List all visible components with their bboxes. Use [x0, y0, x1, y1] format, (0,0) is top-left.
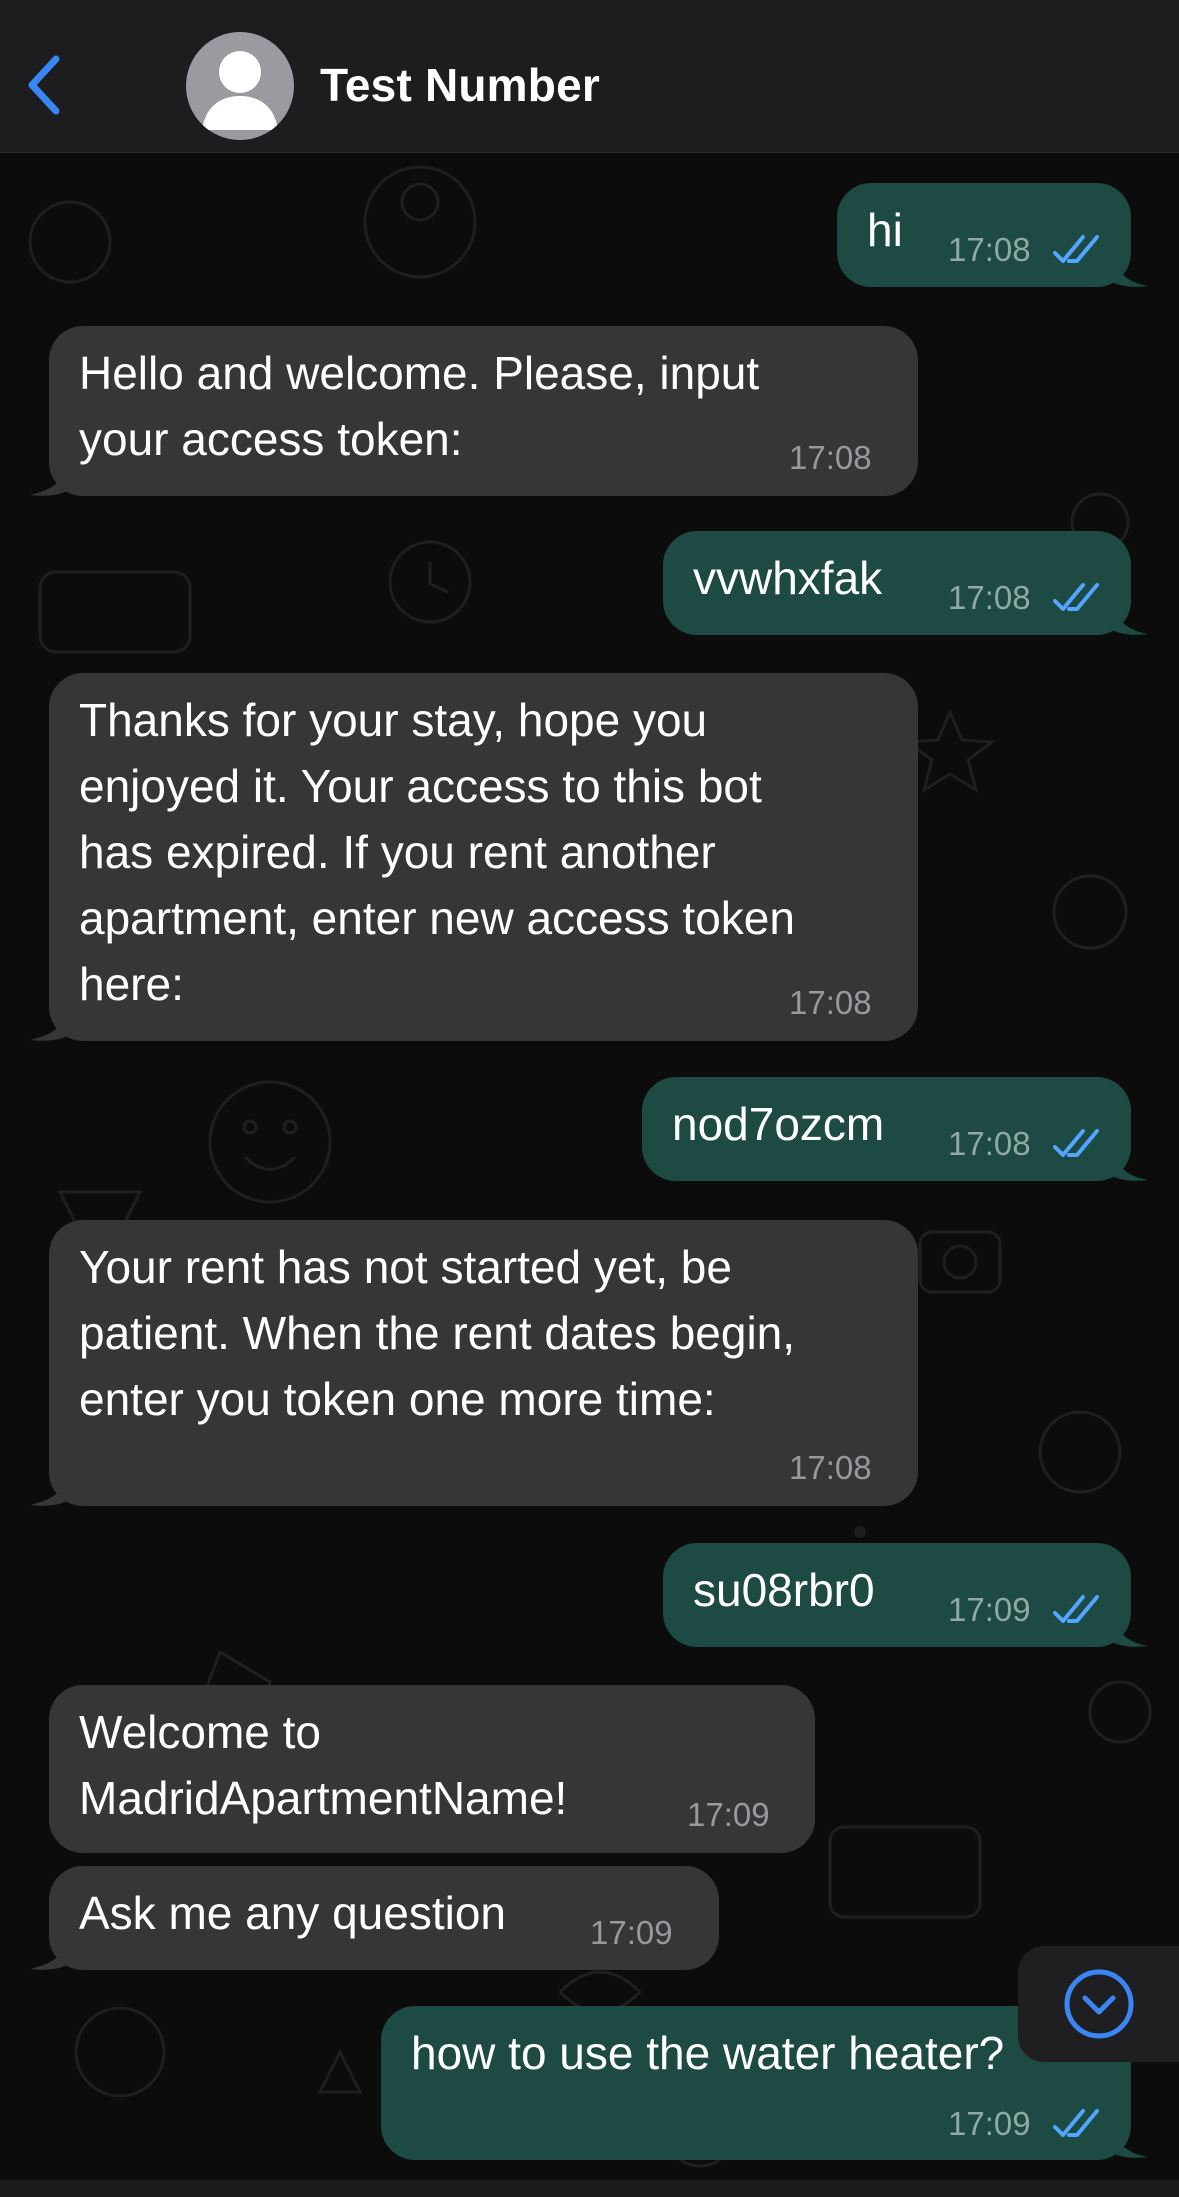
person-placeholder-icon [202, 51, 278, 130]
message-text: vvwhxfak [693, 552, 883, 604]
message-bubble-incoming[interactable]: Thanks for your stay, hope you enjoyed i… [49, 673, 918, 1041]
message-time: 17:08 [789, 439, 872, 476]
message-text: su08rbr0 [693, 1564, 875, 1616]
message-bubble-incoming[interactable]: Hello and welcome. Please, input your ac… [49, 326, 918, 496]
message-text: how to use the water heater? [411, 2027, 1005, 2079]
avatar[interactable] [186, 32, 294, 140]
chevron-left-icon [28, 55, 60, 115]
message-time: 17:09 [590, 1914, 673, 1951]
message-bubble-incoming[interactable]: Welcome to MadridApartmentName! 17:09 [49, 1685, 815, 1853]
chevron-down-circle-icon [1064, 1969, 1133, 2039]
message-bubble-outgoing[interactable]: su08rbr0 17:09 [663, 1543, 1131, 1647]
message-text: hi [867, 204, 903, 256]
chat-header: Test Number [0, 0, 1179, 153]
message-bubble-outgoing[interactable]: vvwhxfak 17:08 [663, 531, 1131, 635]
message-time: 17:09 [948, 2105, 1031, 2142]
message-bubble-incoming[interactable]: Your rent has not started yet, be patien… [49, 1220, 918, 1506]
message-bubble-outgoing[interactable]: hi 17:08 [837, 183, 1131, 287]
message-bubble-incoming[interactable]: Ask me any question 17:09 [49, 1866, 719, 1970]
message-text: Your rent has not started yet, be patien… [79, 1241, 796, 1425]
input-bar-edge [0, 2180, 1179, 2197]
chat-screen: Test Number hi 17:08 Hello and welcome. … [0, 0, 1179, 2197]
double-check-read-icon [1053, 235, 1099, 263]
back-button[interactable] [14, 48, 74, 122]
contact-name[interactable]: Test Number [320, 58, 600, 112]
message-time: 17:09 [687, 1796, 770, 1833]
message-time: 17:08 [948, 231, 1031, 268]
message-time: 17:08 [789, 984, 872, 1021]
message-bubble-outgoing[interactable]: nod7ozcm 17:08 [642, 1077, 1131, 1181]
message-text: Thanks for your stay, hope you enjoyed i… [79, 694, 795, 1010]
message-time: 17:08 [948, 1125, 1031, 1162]
double-check-read-icon [1053, 1129, 1099, 1157]
message-text: Hello and welcome. Please, input your ac… [79, 347, 760, 465]
message-text: Ask me any question [79, 1887, 507, 1939]
scroll-to-bottom-button[interactable] [1018, 1946, 1179, 2062]
message-time: 17:08 [789, 1449, 872, 1486]
message-time: 17:08 [948, 579, 1031, 616]
double-check-read-icon [1053, 2109, 1099, 2137]
message-time: 17:09 [948, 1591, 1031, 1628]
message-text: Welcome to MadridApartmentName! [79, 1706, 568, 1824]
double-check-read-icon [1053, 1595, 1099, 1623]
double-check-read-icon [1053, 583, 1099, 611]
message-text: nod7ozcm [672, 1098, 885, 1150]
